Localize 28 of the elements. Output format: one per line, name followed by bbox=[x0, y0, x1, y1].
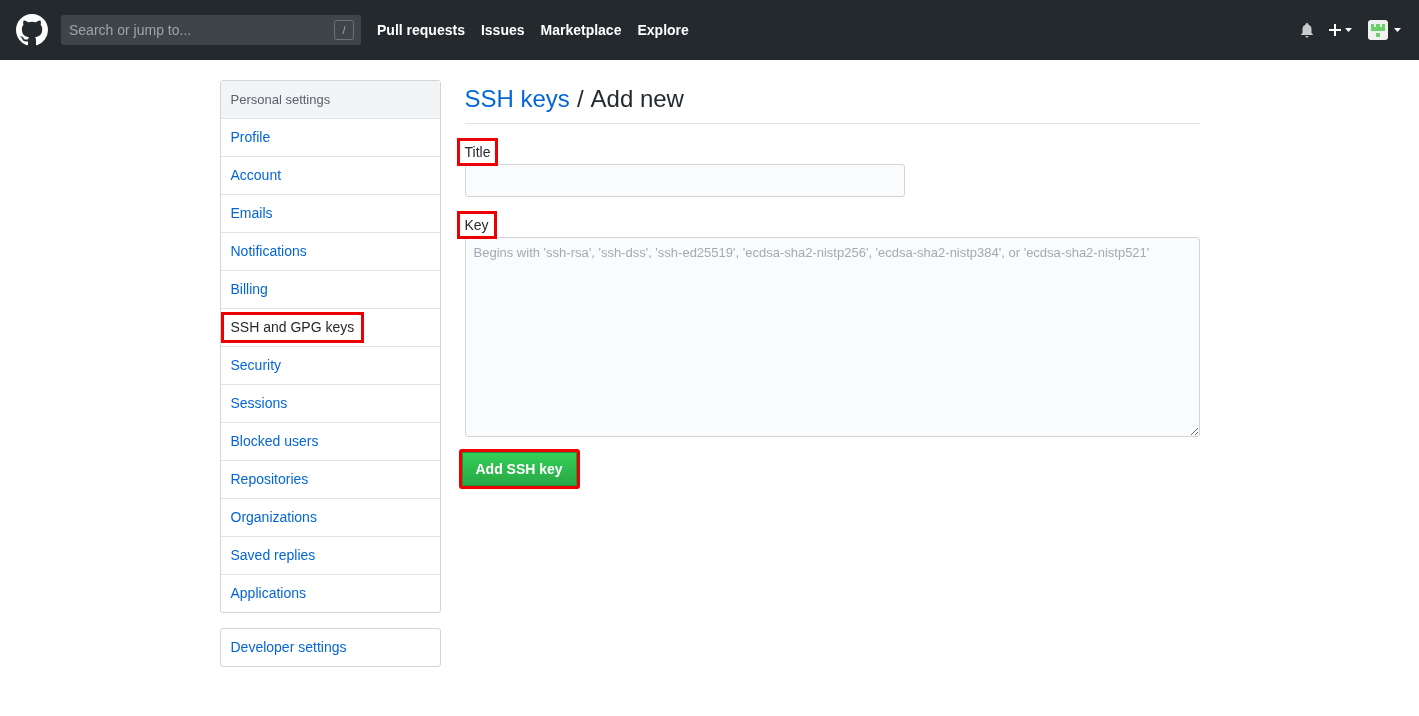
page-heading: Add new bbox=[590, 85, 684, 113]
menu-item[interactable]: Account bbox=[230, 168, 282, 183]
menu-item[interactable]: Sessions bbox=[230, 396, 288, 411]
nav-link[interactable]: Marketplace bbox=[540, 22, 622, 38]
nav-link[interactable]: Pull requests bbox=[377, 22, 465, 38]
key-textarea[interactable]: Begins with 'ssh-rsa', 'ssh-dss', 'ssh-ed25519', 'ecdsa-sha2-nistp256', 'ecdsa-sha2-nistp384', or 'ecdsa-sha2-nistp521' bbox=[464, 237, 1200, 437]
title-input[interactable] bbox=[464, 164, 905, 197]
menu-item[interactable]: Applications bbox=[230, 586, 306, 601]
menu-item[interactable]: Notifications bbox=[230, 244, 307, 259]
breadcrumb-separator: / bbox=[576, 85, 584, 113]
nav-link[interactable]: Explore bbox=[637, 22, 689, 38]
menu-item[interactable]: Billing bbox=[230, 282, 268, 297]
menu-item[interactable]: Blocked users bbox=[230, 434, 319, 449]
menu-heading: Personal settings bbox=[220, 81, 440, 119]
plus-dropdown-icon[interactable] bbox=[1329, 23, 1353, 37]
octocat-logo-icon[interactable] bbox=[16, 14, 48, 46]
bell-icon[interactable] bbox=[1299, 22, 1315, 38]
menu-item[interactable]: Emails bbox=[230, 206, 273, 221]
shortcut-key: / bbox=[334, 20, 354, 40]
nav-link[interactable]: Issues bbox=[480, 22, 525, 38]
menu-item[interactable]: Security bbox=[230, 358, 282, 373]
avatar-dropdown-icon[interactable] bbox=[1367, 19, 1403, 41]
menu-item[interactable]: Saved replies bbox=[230, 548, 316, 563]
menu-item[interactable]: Organizations bbox=[230, 510, 317, 525]
menu-item[interactable]: SSH and GPG keys bbox=[220, 312, 365, 343]
menu-item[interactable]: Repositories bbox=[230, 472, 309, 487]
breadcrumb-link[interactable]: SSH keys bbox=[464, 85, 570, 113]
menu-item[interactable]: Profile bbox=[230, 130, 271, 145]
